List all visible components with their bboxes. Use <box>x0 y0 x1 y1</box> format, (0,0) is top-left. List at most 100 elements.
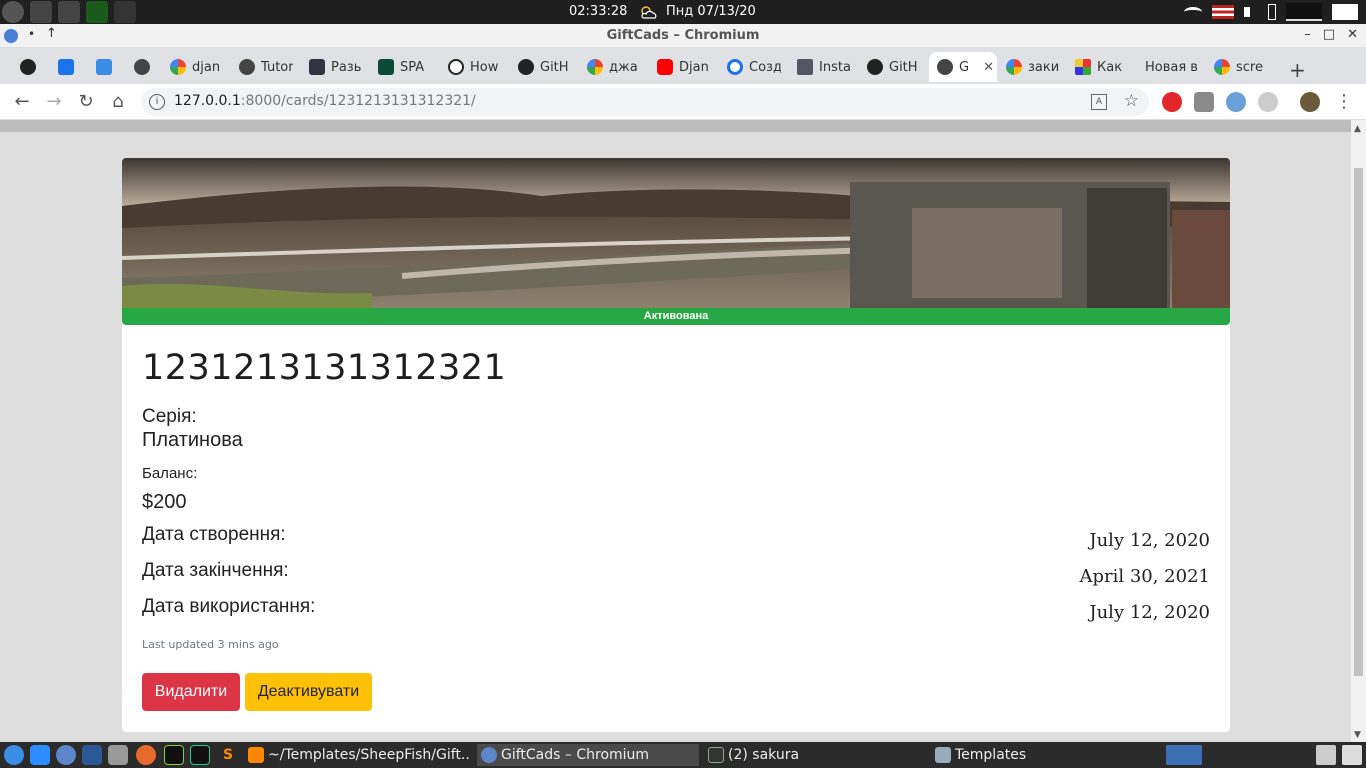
forward-button[interactable]: → <box>42 90 66 114</box>
tab-insta[interactable]: Insta <box>789 52 851 82</box>
workspace-switcher[interactable] <box>1166 745 1202 765</box>
page-header-strip <box>0 120 1351 132</box>
tab-youtube[interactable]: Djan <box>649 52 711 82</box>
taskbar-item-files[interactable]: Templates <box>931 744 1153 766</box>
globe-icon <box>937 59 953 75</box>
browser-launcher-icon[interactable] <box>136 745 156 765</box>
arrow-up-icon[interactable] <box>114 1 136 23</box>
sublime-icon[interactable]: S <box>218 745 238 765</box>
balance-value: $200 <box>142 491 187 513</box>
weather-icon <box>641 6 657 19</box>
tab-razb[interactable]: Разь <box>301 52 363 82</box>
desktop-icon[interactable] <box>1342 745 1362 765</box>
wifi-icon[interactable] <box>1184 7 1202 17</box>
expiry-date-label: Дата закінчення: <box>142 560 289 581</box>
tab-github[interactable] <box>12 52 42 82</box>
page-scrollbar[interactable]: ▲ ▼ <box>1351 120 1366 742</box>
home-button[interactable]: ⌂ <box>106 90 130 114</box>
database-icon[interactable] <box>108 745 128 765</box>
tab-spa[interactable]: SPA <box>370 52 432 82</box>
folder-icon <box>935 747 951 763</box>
used-date-label: Дата використання: <box>142 596 316 617</box>
chromium-small-icon <box>481 747 497 763</box>
files-icon[interactable] <box>30 1 52 23</box>
page-viewport: Активована 1231213131312321 Серія: Плати… <box>0 120 1351 742</box>
tab-app[interactable] <box>88 52 118 82</box>
cpu-graph-icon[interactable] <box>1286 3 1322 21</box>
tab-djan[interactable]: djan <box>162 52 224 82</box>
window-title: GiftCads – Chromium <box>606 28 760 43</box>
word-icon[interactable] <box>82 745 102 765</box>
close-tab-icon[interactable]: ✕ <box>983 60 994 75</box>
last-updated-text: Last updated 3 mins ago <box>142 638 279 651</box>
translate-icon[interactable]: A <box>1091 94 1107 110</box>
vpn-extension-icon[interactable] <box>1226 92 1246 112</box>
tab-new[interactable]: Новая в <box>1137 52 1203 82</box>
windows-icon[interactable] <box>1316 745 1336 765</box>
created-date-label: Дата створення: <box>142 524 286 545</box>
terminal-small-icon <box>708 747 724 763</box>
window-titlebar: • ↑ GiftCads – Chromium – □ ✕ <box>0 24 1366 48</box>
tab-tutor[interactable]: Tutor <box>231 52 293 82</box>
tab-zaki[interactable]: заки <box>998 52 1060 82</box>
expiry-date-value: April 30, 2021 <box>1079 566 1210 587</box>
browser-menu-icon[interactable]: ⋮ <box>1332 90 1356 114</box>
taskbar-item-editor[interactable]: ~/Templates/SheepFish/Gift... <box>244 744 470 766</box>
tab-github-3[interactable]: GitH <box>859 52 921 82</box>
deactivate-button[interactable]: Деактивувати <box>245 673 372 711</box>
tab-dja[interactable]: джа <box>579 52 641 82</box>
card-number: 1231213131312321 <box>142 348 507 388</box>
tab-github-2[interactable]: GitH <box>510 52 572 82</box>
created-date-value: July 12, 2020 <box>1089 530 1210 551</box>
tab-contacts[interactable] <box>50 52 80 82</box>
tab-globe[interactable] <box>126 52 156 82</box>
back-button[interactable]: ← <box>10 90 34 114</box>
url-text[interactable]: 127.0.0.1:8000/cards/1231213131312321/ <box>174 93 476 109</box>
tab-scre[interactable]: scre <box>1206 52 1268 82</box>
keyboard-layout-icon[interactable] <box>1332 4 1358 20</box>
taskbar-item-browser[interactable]: GiftCads – Chromium <box>477 744 699 766</box>
refresh-blue-icon <box>727 59 743 75</box>
os-top-panel: 02:33:28 Пнд 07/13/20 <box>0 0 1366 24</box>
volume-icon[interactable] <box>1244 7 1258 17</box>
tab-active[interactable]: G ✕ <box>929 52 997 82</box>
tab-how[interactable]: How <box>440 52 502 82</box>
chromium-launcher-icon[interactable] <box>56 745 76 765</box>
address-bar[interactable]: i 127.0.0.1:8000/cards/1231213131312321/… <box>141 88 1149 116</box>
tab-kak[interactable]: Как <box>1067 52 1129 82</box>
bluetooth-icon[interactable] <box>4 745 24 765</box>
scroll-up-icon[interactable]: ▲ <box>1354 124 1361 134</box>
zoom-icon[interactable] <box>30 745 50 765</box>
youtube-icon <box>657 59 673 75</box>
scroll-down-icon[interactable]: ▼ <box>1354 730 1361 740</box>
terminal-icon[interactable] <box>86 1 108 23</box>
status-badge: Активована <box>122 308 1230 325</box>
os-clock: 02:33:28 <box>569 4 628 19</box>
delete-button[interactable]: Видалити <box>142 673 240 711</box>
monitor-icon[interactable] <box>58 1 80 23</box>
webstorm-icon[interactable] <box>164 745 184 765</box>
django-icon <box>378 59 394 75</box>
document-icon <box>797 59 813 75</box>
menu-icon[interactable] <box>2 1 24 23</box>
close-icon[interactable]: ✕ <box>1347 27 1358 42</box>
bookmark-star-icon[interactable]: ☆ <box>1124 91 1139 111</box>
pycharm-icon[interactable] <box>190 745 210 765</box>
shield-extension-icon[interactable] <box>1194 92 1214 112</box>
gift-card: Активована 1231213131312321 Серія: Плати… <box>122 158 1230 732</box>
scrollbar-thumb[interactable] <box>1354 168 1363 676</box>
new-tab-button[interactable]: + <box>1289 58 1306 82</box>
reload-button[interactable]: ↻ <box>74 90 98 114</box>
os-date: Пнд 07/13/20 <box>666 4 756 19</box>
opera-extension-icon[interactable] <box>1162 92 1182 112</box>
tab-sozd[interactable]: Созд <box>719 52 781 82</box>
minimize-icon[interactable]: – <box>1304 27 1311 42</box>
react-extension-icon[interactable] <box>1258 92 1278 112</box>
info-icon[interactable]: i <box>149 94 165 110</box>
profile-avatar[interactable] <box>1300 92 1320 112</box>
taskbar-item-terminal[interactable]: (2) sakura <box>704 744 926 766</box>
battery-icon[interactable] <box>1268 4 1276 20</box>
maximize-icon[interactable]: □ <box>1323 27 1335 42</box>
flag-us-icon[interactable] <box>1212 5 1234 19</box>
used-date-value: July 12, 2020 <box>1089 602 1210 623</box>
